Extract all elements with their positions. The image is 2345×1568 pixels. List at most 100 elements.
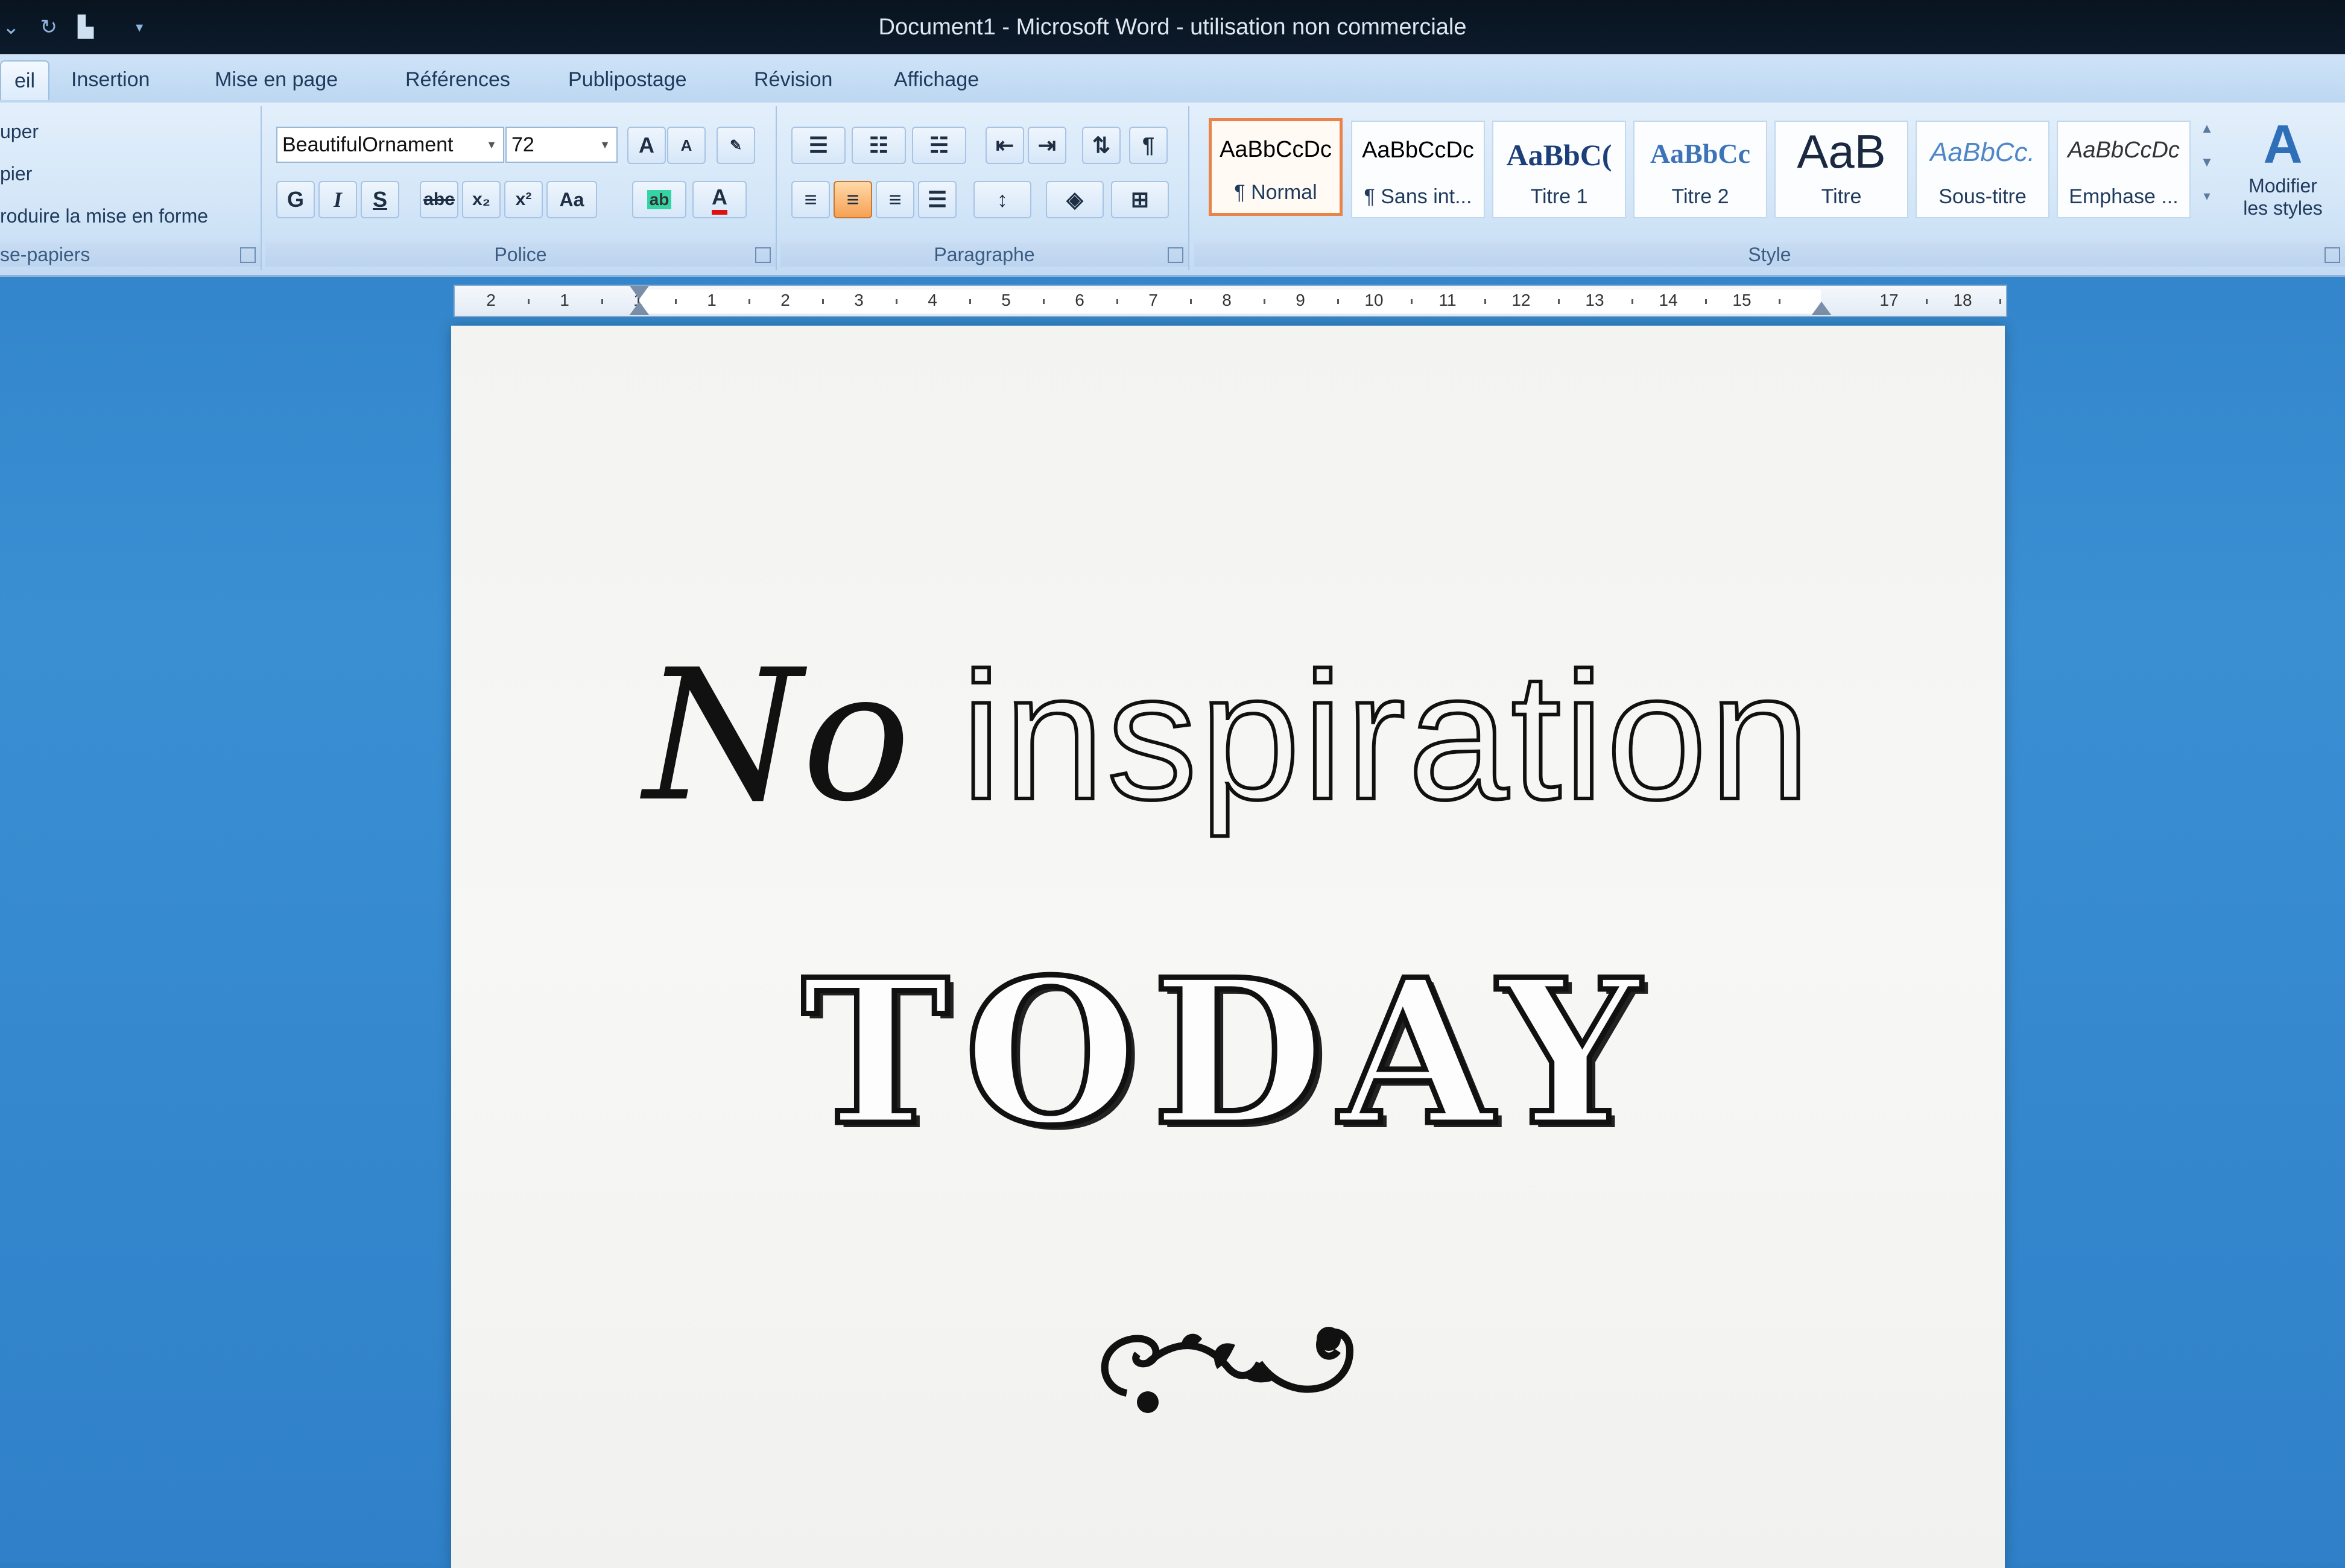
- first-line-indent-marker[interactable]: [630, 286, 649, 299]
- shading-button[interactable]: ◈: [1046, 181, 1104, 218]
- sort-az-icon: ⇅: [1092, 133, 1111, 157]
- tab-home[interactable]: eil: [0, 60, 50, 100]
- style-sample: AaBbCcDc: [2068, 138, 2180, 163]
- paragraph-group-label: Paragraphe: [780, 242, 1188, 267]
- change-styles-icon: A: [2263, 115, 2303, 175]
- tab-publipostage[interactable]: Publipostage: [555, 63, 700, 96]
- increase-indent-button[interactable]: ⇥: [1028, 127, 1066, 164]
- styles-scroll[interactable]: ▲ ▼ ▾: [2193, 121, 2221, 223]
- align-right-button[interactable]: ≡: [876, 181, 914, 218]
- strikethrough-button[interactable]: abc: [420, 181, 458, 218]
- ruler-tick-label: 9: [1296, 291, 1305, 309]
- ruler-tick-label: 15: [1732, 291, 1752, 309]
- style-emphasis[interactable]: AaBbCcDc Emphase ...: [2057, 121, 2191, 218]
- decrease-indent-icon: ⇤: [995, 133, 1014, 157]
- clipboard-dialog-launcher-icon[interactable]: [240, 247, 256, 263]
- tab-mise-en-page[interactable]: Mise en page: [201, 63, 351, 96]
- ruler-tick-mark: [1043, 299, 1045, 304]
- cut-button[interactable]: uper: [0, 121, 39, 143]
- justify-button[interactable]: ☰: [918, 181, 957, 218]
- italic-label: I: [333, 188, 342, 212]
- numbering-button[interactable]: ☷: [852, 127, 906, 164]
- grow-font-icon: A: [639, 133, 654, 157]
- copy-button[interactable]: pier: [0, 163, 32, 185]
- script-text: No: [644, 631, 911, 841]
- ruler-tick-mark: [1116, 299, 1118, 304]
- style-name: Sous-titre: [1938, 185, 2027, 208]
- styles-dialog-launcher-icon[interactable]: [2324, 247, 2340, 263]
- shrink-font-button[interactable]: A: [667, 127, 706, 164]
- style-sample: AaBbCcDc: [1220, 137, 1332, 162]
- document-page[interactable]: No inspiration TODAY: [451, 326, 2005, 1568]
- style-normal[interactable]: AaBbCcDc ¶ Normal: [1209, 118, 1343, 216]
- font-color-button[interactable]: A: [692, 181, 747, 218]
- font-dialog-launcher-icon[interactable]: [755, 247, 771, 263]
- superscript-button[interactable]: x²: [504, 181, 543, 218]
- font-name-combo[interactable]: BeautifulOrnament ▼: [276, 127, 504, 163]
- bullets-button[interactable]: ☰: [791, 127, 846, 164]
- underline-button[interactable]: S: [361, 181, 399, 218]
- borders-button[interactable]: ⊞: [1111, 181, 1169, 218]
- paragraph-dialog-launcher-icon[interactable]: [1168, 247, 1183, 263]
- font-size-combo[interactable]: 72 ▼: [505, 127, 618, 163]
- ruler-tick-mark: [1264, 299, 1265, 304]
- ruler-tick-label: 17: [1879, 291, 1899, 309]
- align-center-button[interactable]: ≡: [834, 181, 872, 218]
- modify-styles-button[interactable]: A Modifier les styles: [2226, 115, 2340, 241]
- tab-insertion[interactable]: Insertion: [58, 63, 163, 96]
- ruler-tick-label: 8: [1222, 291, 1232, 309]
- multilevel-list-button[interactable]: ☵: [912, 127, 966, 164]
- ruler-tick-label: 18: [1953, 291, 1972, 309]
- italic-button[interactable]: I: [318, 181, 357, 218]
- style-name: Emphase ...: [2069, 185, 2179, 208]
- align-left-icon: ≡: [804, 187, 817, 212]
- ruler-tick-mark: [1999, 299, 2001, 304]
- clear-formatting-button[interactable]: ✎: [717, 127, 755, 164]
- underline-label: S: [372, 187, 387, 212]
- bold-button[interactable]: G: [276, 181, 315, 218]
- right-indent-marker[interactable]: [1812, 302, 1831, 315]
- scroll-up-icon[interactable]: ▲: [2193, 121, 2221, 154]
- ribbon-tabs: eil Insertion Mise en page Références Pu…: [0, 54, 2345, 104]
- styles-group-label: Style: [1194, 242, 2345, 267]
- highlight-color-button[interactable]: ab: [632, 181, 686, 218]
- style-sample: AaBbCcDc: [1362, 138, 1474, 163]
- format-painter-button[interactable]: roduire la mise en forme: [0, 205, 208, 227]
- subscript-button[interactable]: x₂: [462, 181, 501, 218]
- tab-revision[interactable]: Révision: [741, 63, 846, 96]
- horizontal-ruler[interactable]: 2 1 1 1 2 3 4 5 6 7 8 9 10 11 12 13 14 15 17 18: [454, 285, 2007, 317]
- decrease-indent-button[interactable]: ⇤: [986, 127, 1024, 164]
- more-styles-icon[interactable]: ▾: [2193, 188, 2221, 222]
- style-heading-2[interactable]: AaBbCc Titre 2: [1633, 121, 1767, 218]
- style-title[interactable]: AaB Titre: [1774, 121, 1908, 218]
- align-left-button[interactable]: ≡: [791, 181, 830, 218]
- ruler-tick-label: 7: [1148, 291, 1158, 309]
- line-spacing-button[interactable]: ↕: [973, 181, 1031, 218]
- sort-button[interactable]: ⇅: [1082, 127, 1121, 164]
- scroll-down-icon[interactable]: ▼: [2193, 154, 2221, 188]
- tab-references[interactable]: Références: [392, 63, 524, 96]
- clipboard-group-label: se-papiers: [0, 242, 261, 267]
- style-sample: AaBbC(: [1506, 138, 1612, 172]
- ruler-tick-mark: [1558, 299, 1560, 304]
- style-subtitle[interactable]: AaBbCc. Sous-titre: [1916, 121, 2049, 218]
- ruler-tick-mark: [528, 299, 530, 304]
- style-sample: AaBbCc.: [1930, 138, 2035, 167]
- font-color-icon: A: [712, 185, 727, 215]
- change-case-button[interactable]: Aa: [546, 181, 597, 218]
- style-sample: AaBbCc: [1650, 138, 1751, 169]
- chevron-down-icon: ▼: [600, 138, 610, 151]
- style-name: ¶ Normal: [1234, 181, 1317, 204]
- style-sample: AaB: [1797, 125, 1886, 178]
- ruler-tick-mark: [748, 299, 750, 304]
- modify-styles-label-2: les styles: [2243, 197, 2323, 219]
- show-formatting-button[interactable]: ¶: [1129, 127, 1168, 164]
- chevron-down-icon: ▼: [486, 138, 497, 151]
- style-heading-1[interactable]: AaBbC( Titre 1: [1492, 121, 1626, 218]
- grow-font-button[interactable]: A: [627, 127, 666, 164]
- style-no-spacing[interactable]: AaBbCcDc ¶ Sans int...: [1351, 121, 1485, 218]
- tab-affichage[interactable]: Affichage: [881, 63, 992, 96]
- ruler-tick-label: 1: [707, 291, 717, 309]
- ruler-tick-mark: [969, 299, 971, 304]
- left-indent-marker[interactable]: [630, 302, 649, 315]
